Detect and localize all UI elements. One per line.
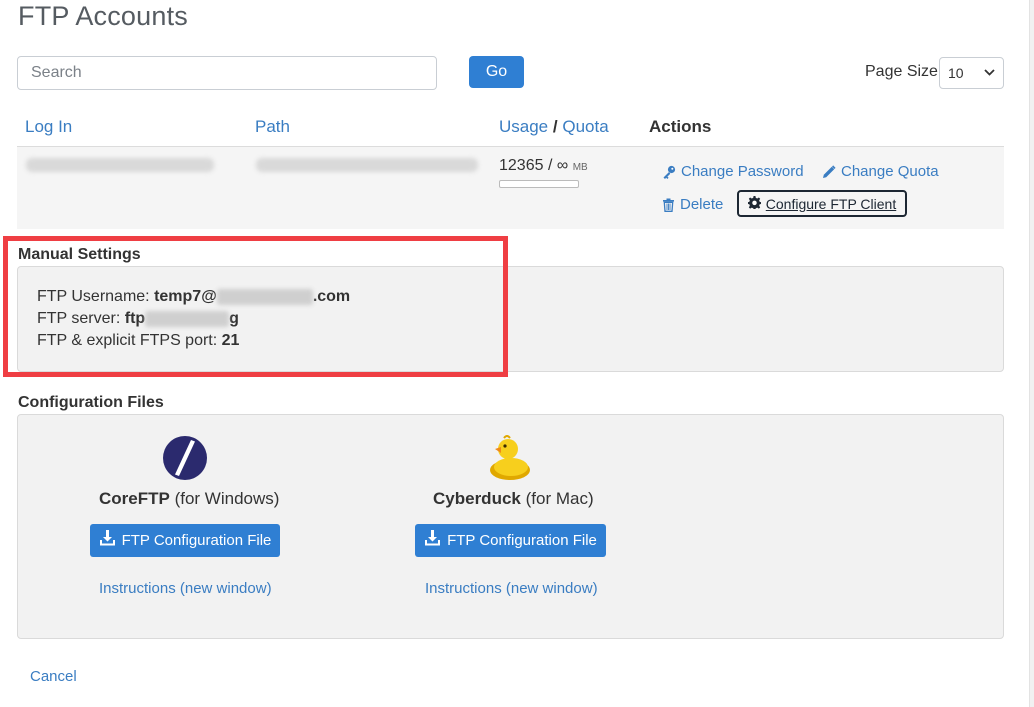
cyberduck-config-file-label: FTP Configuration File [447, 532, 597, 549]
change-password-label: Change Password [681, 163, 804, 180]
configure-ftp-client-label: Configure FTP Client [765, 195, 897, 212]
chevron-down-icon [984, 68, 995, 79]
column-header-usage-quota: Usage / Quota [499, 117, 609, 137]
page-title: FTP Accounts [18, 1, 188, 31]
cancel-link[interactable]: Cancel [30, 668, 77, 685]
search-input[interactable] [17, 56, 437, 90]
cyberduck-platform: (for Mac) [525, 489, 594, 508]
page-size-select[interactable]: 10 [939, 57, 1004, 89]
download-icon [99, 530, 116, 551]
column-header-quota[interactable]: Quota [562, 117, 608, 136]
coreftp-instructions-link[interactable]: Instructions (new window) [99, 580, 272, 597]
change-quota-label: Change Quota [841, 163, 939, 180]
path-value-redacted [256, 158, 478, 172]
change-quota-link[interactable]: Change Quota [822, 163, 939, 180]
trash-icon [662, 198, 675, 212]
go-button[interactable]: Go [469, 56, 524, 88]
page-size-label: Page Size [865, 63, 938, 80]
scrollbar[interactable] [1029, 0, 1034, 707]
usage-progress-bar [499, 180, 579, 188]
coreftp-logo-icon [162, 435, 208, 486]
coreftp-title: CoreFTP (for Windows) [99, 489, 279, 509]
cyberduck-config-file-button[interactable]: FTP Configuration File [415, 524, 606, 557]
coreftp-platform: (for Windows) [174, 489, 280, 508]
download-icon [424, 530, 441, 551]
page-size-value: 10 [948, 65, 964, 81]
column-header-usage[interactable]: Usage [499, 117, 548, 136]
column-header-path[interactable]: Path [255, 117, 290, 137]
configure-ftp-client-button[interactable]: Configure FTP Client [737, 190, 907, 217]
change-password-link[interactable]: Change Password [662, 163, 804, 180]
login-value-redacted [26, 158, 214, 172]
configuration-files-heading: Configuration Files [18, 394, 164, 411]
highlight-box [3, 236, 508, 377]
delete-label: Delete [680, 196, 724, 213]
usage-unit: MB [572, 162, 588, 173]
coreftp-name: CoreFTP [99, 489, 170, 508]
cyberduck-title: Cyberduck (for Mac) [433, 489, 594, 509]
coreftp-config-file-button[interactable]: FTP Configuration File [90, 524, 280, 557]
pencil-icon [822, 164, 836, 179]
delete-link[interactable]: Delete [662, 196, 723, 213]
coreftp-config-file-label: FTP Configuration File [121, 532, 272, 549]
cyberduck-name: Cyberduck [433, 489, 521, 508]
column-header-actions: Actions [649, 117, 712, 136]
key-icon [662, 165, 676, 179]
cyberduck-instructions-link[interactable]: Instructions (new window) [425, 580, 598, 597]
gear-icon [747, 195, 761, 212]
usage-value: 12365 / ∞ MB [499, 157, 588, 175]
column-header-login[interactable]: Log In [25, 117, 72, 137]
column-header-separator: / [552, 117, 558, 136]
cyberduck-logo-icon [487, 432, 533, 487]
usage-quota-text: 12365 / ∞ [499, 157, 569, 174]
